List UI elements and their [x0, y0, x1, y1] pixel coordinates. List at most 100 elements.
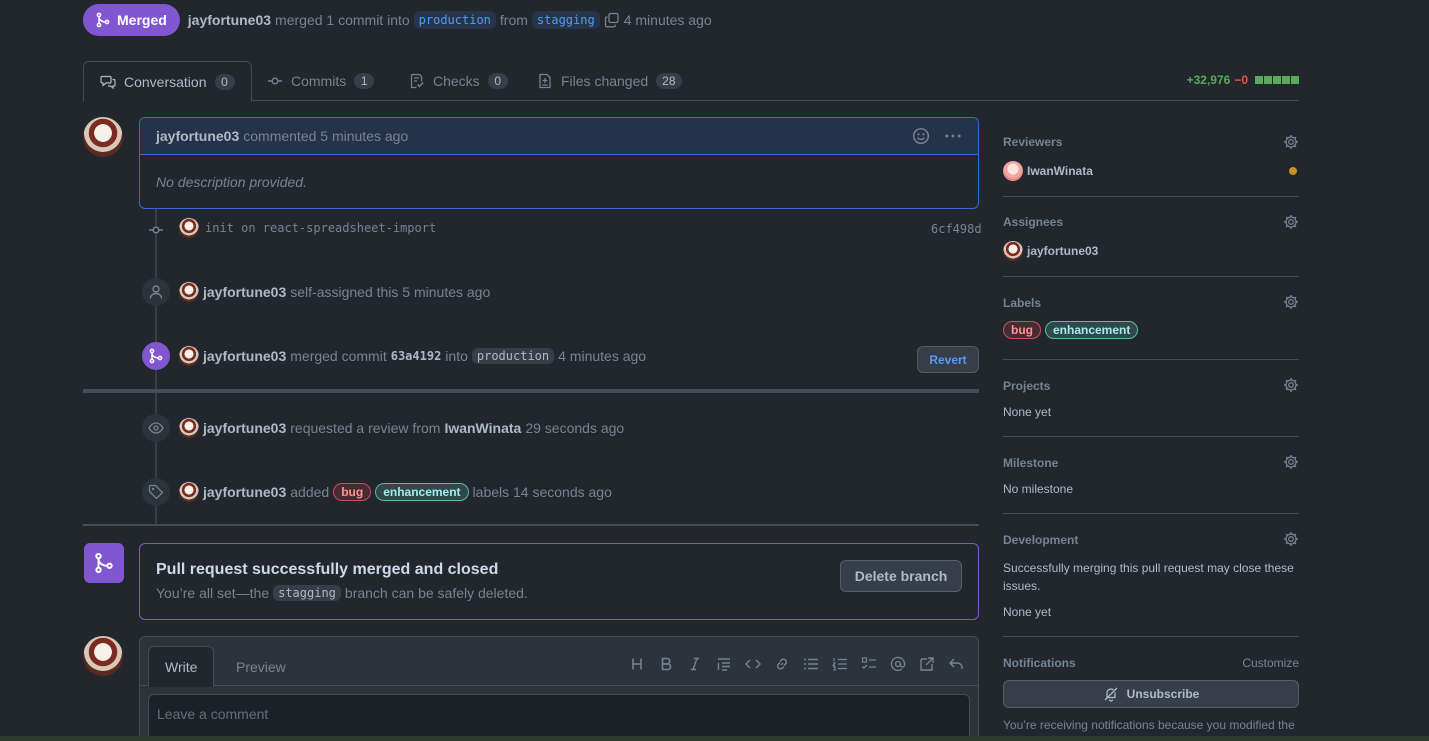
actor-link[interactable]: jayfortune03 — [203, 420, 286, 436]
commit-icon — [149, 226, 163, 234]
commit-message-link[interactable]: init on react-spreadsheet-import — [205, 221, 436, 235]
reviewer-link[interactable]: IwanWinata — [444, 420, 521, 436]
diffstat-deletions: −0 — [1234, 73, 1248, 87]
comment-author-link[interactable]: jayfortune03 — [156, 128, 239, 144]
tab-files-changed[interactable]: Files changed 28 — [521, 61, 698, 101]
assignee-name: jayfortune03 — [1027, 244, 1099, 258]
merge-sub-text2: branch can be safely deleted. — [344, 585, 528, 601]
merge-sub-text1: You’re all set—the — [156, 585, 270, 601]
cross-reference-icon[interactable] — [919, 656, 935, 672]
tab-checks[interactable]: Checks 0 — [393, 61, 524, 101]
copy-icon[interactable] — [604, 12, 620, 28]
milestone-value: No milestone — [1003, 482, 1074, 496]
merge-status-icon — [84, 543, 124, 583]
assigned-text: self-assigned this 5 minutes ago — [290, 284, 491, 300]
tab-conversation[interactable]: Conversation 0 — [83, 61, 252, 102]
tab-commits[interactable]: Commits 1 — [251, 61, 390, 101]
code-icon[interactable] — [745, 656, 761, 672]
reviewer-item[interactable]: IwanWinata — [1003, 161, 1299, 181]
person-icon — [149, 285, 163, 299]
pr-header: Merged jayfortune03 merged 1 commit into… — [83, 4, 712, 36]
gear-icon[interactable] — [1283, 294, 1299, 310]
base-branch[interactable]: production — [413, 11, 496, 29]
development-title[interactable]: Development — [1003, 533, 1299, 547]
gear-icon[interactable] — [1283, 377, 1299, 393]
label-bug[interactable]: bug — [333, 483, 372, 501]
label-enhancement[interactable]: enhancement — [375, 483, 469, 501]
checklist-icon — [410, 73, 424, 89]
unordered-list-icon[interactable] — [803, 656, 819, 672]
reviewers-title[interactable]: Reviewers — [1003, 135, 1299, 149]
current-user-avatar[interactable] — [83, 636, 123, 676]
tasklist-icon[interactable] — [861, 656, 877, 672]
gear-icon[interactable] — [1283, 134, 1299, 150]
kebab-horizontal-icon[interactable] — [944, 127, 962, 145]
comment-textarea[interactable]: Leave a comment — [148, 694, 970, 741]
delete-branch-button[interactable]: Delete branch — [840, 560, 962, 592]
avatar[interactable] — [179, 418, 199, 438]
assignees-title[interactable]: Assignees — [1003, 215, 1299, 229]
tab-commits-count: 1 — [354, 73, 375, 89]
actor-link[interactable]: jayfortune03 — [203, 484, 286, 500]
tab-write[interactable]: Write — [148, 646, 215, 687]
italic-icon[interactable] — [687, 656, 703, 672]
comment-header: jayfortune03 commented 5 minutes ago — [140, 118, 978, 155]
merged-badge — [142, 342, 170, 370]
development-section: Development Successfully merging this pu… — [1003, 514, 1299, 637]
tab-checks-label: Checks — [433, 73, 480, 89]
ordered-list-icon[interactable] — [832, 656, 848, 672]
projects-title[interactable]: Projects — [1003, 379, 1299, 393]
heading-icon[interactable] — [629, 656, 645, 672]
bold-icon[interactable] — [658, 656, 674, 672]
review-event: jayfortune03 requested a review from Iwa… — [179, 418, 624, 438]
new-comment-box: Write Preview Leave a comment — [139, 636, 979, 741]
gear-icon[interactable] — [1283, 454, 1299, 470]
assignee-item[interactable]: jayfortune03 — [1003, 241, 1299, 261]
labels-list: bug enhancement — [1003, 321, 1299, 339]
merged-status-label: Merged — [117, 12, 167, 28]
commit-sha-link[interactable]: 6cf498d — [931, 222, 982, 236]
smiley-icon[interactable] — [912, 127, 930, 145]
link-icon[interactable] — [774, 656, 790, 672]
comment-action: commented 5 minutes ago — [243, 128, 409, 144]
avatar — [1003, 161, 1023, 181]
pr-author-link[interactable]: jayfortune03 — [188, 12, 271, 28]
label-bug[interactable]: bug — [1003, 321, 1041, 339]
milestone-title[interactable]: Milestone — [1003, 456, 1299, 470]
avatar[interactable] — [179, 218, 199, 238]
eye-icon — [148, 422, 164, 434]
actor-link[interactable]: jayfortune03 — [203, 348, 286, 364]
notifications-reason: You’re receiving notifications because y… — [1003, 718, 1295, 732]
into-text: into — [445, 348, 468, 364]
tab-conversation-count: 0 — [214, 73, 235, 90]
unsubscribe-button[interactable]: Unsubscribe — [1003, 680, 1299, 708]
labels-title[interactable]: Labels — [1003, 296, 1299, 310]
reply-icon[interactable] — [948, 656, 964, 672]
file-diff-icon — [539, 73, 551, 89]
merge-status-box: Pull request successfully merged and clo… — [139, 543, 979, 620]
merged-time: 4 minutes ago — [623, 12, 712, 28]
diffstat-bar — [1254, 76, 1299, 84]
tab-preview[interactable]: Preview — [220, 646, 302, 687]
quote-icon[interactable] — [716, 656, 732, 672]
comment-author-avatar[interactable] — [83, 117, 123, 157]
avatar — [1003, 241, 1023, 261]
gear-icon[interactable] — [1283, 531, 1299, 547]
base-branch[interactable]: production — [471, 348, 555, 364]
gear-icon[interactable] — [1283, 214, 1299, 230]
merged-sha-link[interactable]: 63a4192 — [391, 349, 442, 363]
avatar[interactable] — [179, 482, 199, 502]
unsubscribe-label: Unsubscribe — [1126, 687, 1200, 701]
avatar[interactable] — [179, 282, 199, 302]
labels-event: jayfortune03 added bug enhancement label… — [179, 482, 612, 502]
label-enhancement[interactable]: enhancement — [1045, 321, 1139, 339]
head-branch[interactable]: stagging — [531, 11, 600, 29]
actor-link[interactable]: jayfortune03 — [203, 284, 286, 300]
avatar[interactable] — [179, 346, 199, 366]
added-text: added — [290, 484, 330, 500]
customize-link[interactable]: Customize — [1242, 656, 1299, 670]
mention-icon[interactable] — [890, 656, 906, 672]
diffstat-additions: +32,976 — [1186, 73, 1231, 87]
review-text: requested a review from — [290, 420, 441, 436]
revert-button[interactable]: Revert — [917, 346, 979, 373]
